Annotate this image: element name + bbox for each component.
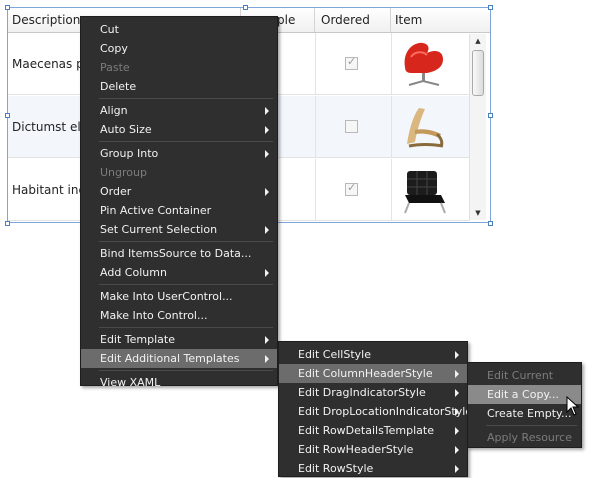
submenu-arrow-icon — [265, 188, 269, 196]
submenu-arrow-icon — [265, 150, 269, 158]
description-cell[interactable]: Dictumst ele — [12, 96, 88, 158]
context-menu: Cut Copy Paste Delete Align Auto Size Gr… — [80, 16, 278, 389]
menu-item-edit-cellstyle[interactable]: Edit CellStyle — [279, 345, 467, 364]
menu-item-edit-a-copy[interactable]: Edit a Copy... — [468, 385, 581, 404]
selection-handle[interactable] — [5, 221, 10, 226]
menu-item-delete[interactable]: Delete — [81, 77, 277, 96]
menu-item-pin-active-container[interactable]: Pin Active Container — [81, 201, 277, 220]
menu-item-edit-droplocationindicatorstyle[interactable]: Edit DropLocationIndicatorStyle — [279, 402, 472, 421]
description-cell[interactable]: Maecenas pr — [12, 33, 89, 95]
menu-item-edit-rowheaderstyle[interactable]: Edit RowHeaderStyle — [279, 440, 467, 459]
submenu-arrow-icon — [455, 446, 459, 454]
scroll-up-icon[interactable]: ▲ — [470, 34, 486, 48]
menu-item-group-into[interactable]: Group Into — [81, 144, 277, 163]
menu-item-cut[interactable]: Cut — [81, 20, 277, 39]
check-mark-icon: ✓ — [347, 181, 357, 194]
selection-handle[interactable] — [488, 113, 493, 118]
menu-item-apply-resource: Apply Resource — [487, 431, 572, 444]
column-header-item[interactable]: Item — [391, 8, 471, 32]
menu-item-auto-size[interactable]: Auto Size — [81, 120, 277, 139]
vertical-scrollbar[interactable]: ▲ ▼ — [469, 34, 486, 220]
red-swan-chair-icon — [404, 42, 443, 86]
submenu-arrow-icon — [265, 355, 269, 363]
menu-item-create-empty[interactable]: Create Empty... — [468, 404, 581, 423]
submenu-arrow-icon — [455, 427, 459, 435]
menu-item-view-xaml[interactable]: View XAML — [81, 373, 277, 392]
menu-item-make-into-control[interactable]: Make Into Control... — [81, 306, 277, 325]
submenu-additional-templates: Edit CellStyle Edit ColumnHeaderStyle Ed… — [278, 341, 472, 478]
submenu-arrow-icon — [265, 336, 269, 344]
selection-handle[interactable] — [5, 5, 10, 10]
menu-item-edit-rowdetailstemplate[interactable]: Edit RowDetailsTemplate — [279, 421, 467, 440]
submenu-arrow-icon — [455, 389, 459, 397]
submenu-arrow-icon — [265, 107, 269, 115]
black-leather-chair-icon — [404, 171, 446, 214]
menu-item-add-column[interactable]: Add Column — [81, 263, 277, 282]
submenu-arrow-icon — [455, 465, 459, 473]
menu-item-edit-dragindicatorstyle[interactable]: Edit DragIndicatorStyle — [279, 383, 467, 402]
submenu-arrow-icon — [265, 126, 269, 134]
selection-handle[interactable] — [243, 5, 248, 10]
ordered-checkbox[interactable] — [345, 120, 358, 133]
menu-item-edit-additional-templates[interactable]: Edit Additional Templates — [81, 349, 277, 368]
scroll-thumb[interactable] — [472, 50, 484, 96]
menu-item-edit-rowstyle[interactable]: Edit RowStyle — [279, 459, 467, 478]
submenu-column-header-style: Edit Current Edit a Copy... Create Empty… — [467, 362, 582, 448]
menu-item-order[interactable]: Order — [81, 182, 277, 201]
submenu-arrow-icon — [455, 408, 459, 416]
description-cell[interactable]: Habitant inc — [12, 159, 85, 221]
submenu-arrow-icon — [455, 370, 459, 378]
menu-item-make-into-usercontrol[interactable]: Make Into UserControl... — [81, 287, 277, 306]
selection-handle[interactable] — [5, 113, 10, 118]
menu-item-align[interactable]: Align — [81, 101, 277, 120]
ordered-checkbox[interactable]: ✓ — [345, 181, 358, 196]
submenu-arrow-icon — [265, 269, 269, 277]
submenu-arrow-icon — [265, 226, 269, 234]
selection-handle[interactable] — [488, 221, 493, 226]
menu-item-edit-template[interactable]: Edit Template — [81, 330, 277, 349]
menu-item-set-current-selection[interactable]: Set Current Selection — [81, 220, 277, 239]
column-header-ordered[interactable]: Ordered — [315, 8, 391, 32]
scroll-down-icon[interactable]: ▼ — [470, 206, 486, 220]
check-mark-icon: ✓ — [347, 55, 357, 68]
menu-item-ungroup: Ungroup — [100, 166, 147, 179]
menu-item-bind-itemssource[interactable]: Bind ItemsSource to Data... — [81, 244, 277, 263]
ordered-checkbox[interactable]: ✓ — [345, 55, 358, 70]
menu-item-edit-current: Edit Current — [487, 369, 554, 382]
mouse-cursor-icon — [566, 396, 580, 416]
menu-item-paste: Paste — [100, 61, 130, 74]
menu-item-copy[interactable]: Copy — [81, 39, 277, 58]
wooden-lounge-chair-icon — [407, 108, 444, 148]
selection-handle[interactable] — [488, 5, 493, 10]
submenu-arrow-icon — [455, 351, 459, 359]
menu-item-edit-columnheaderstyle[interactable]: Edit ColumnHeaderStyle — [279, 364, 467, 383]
